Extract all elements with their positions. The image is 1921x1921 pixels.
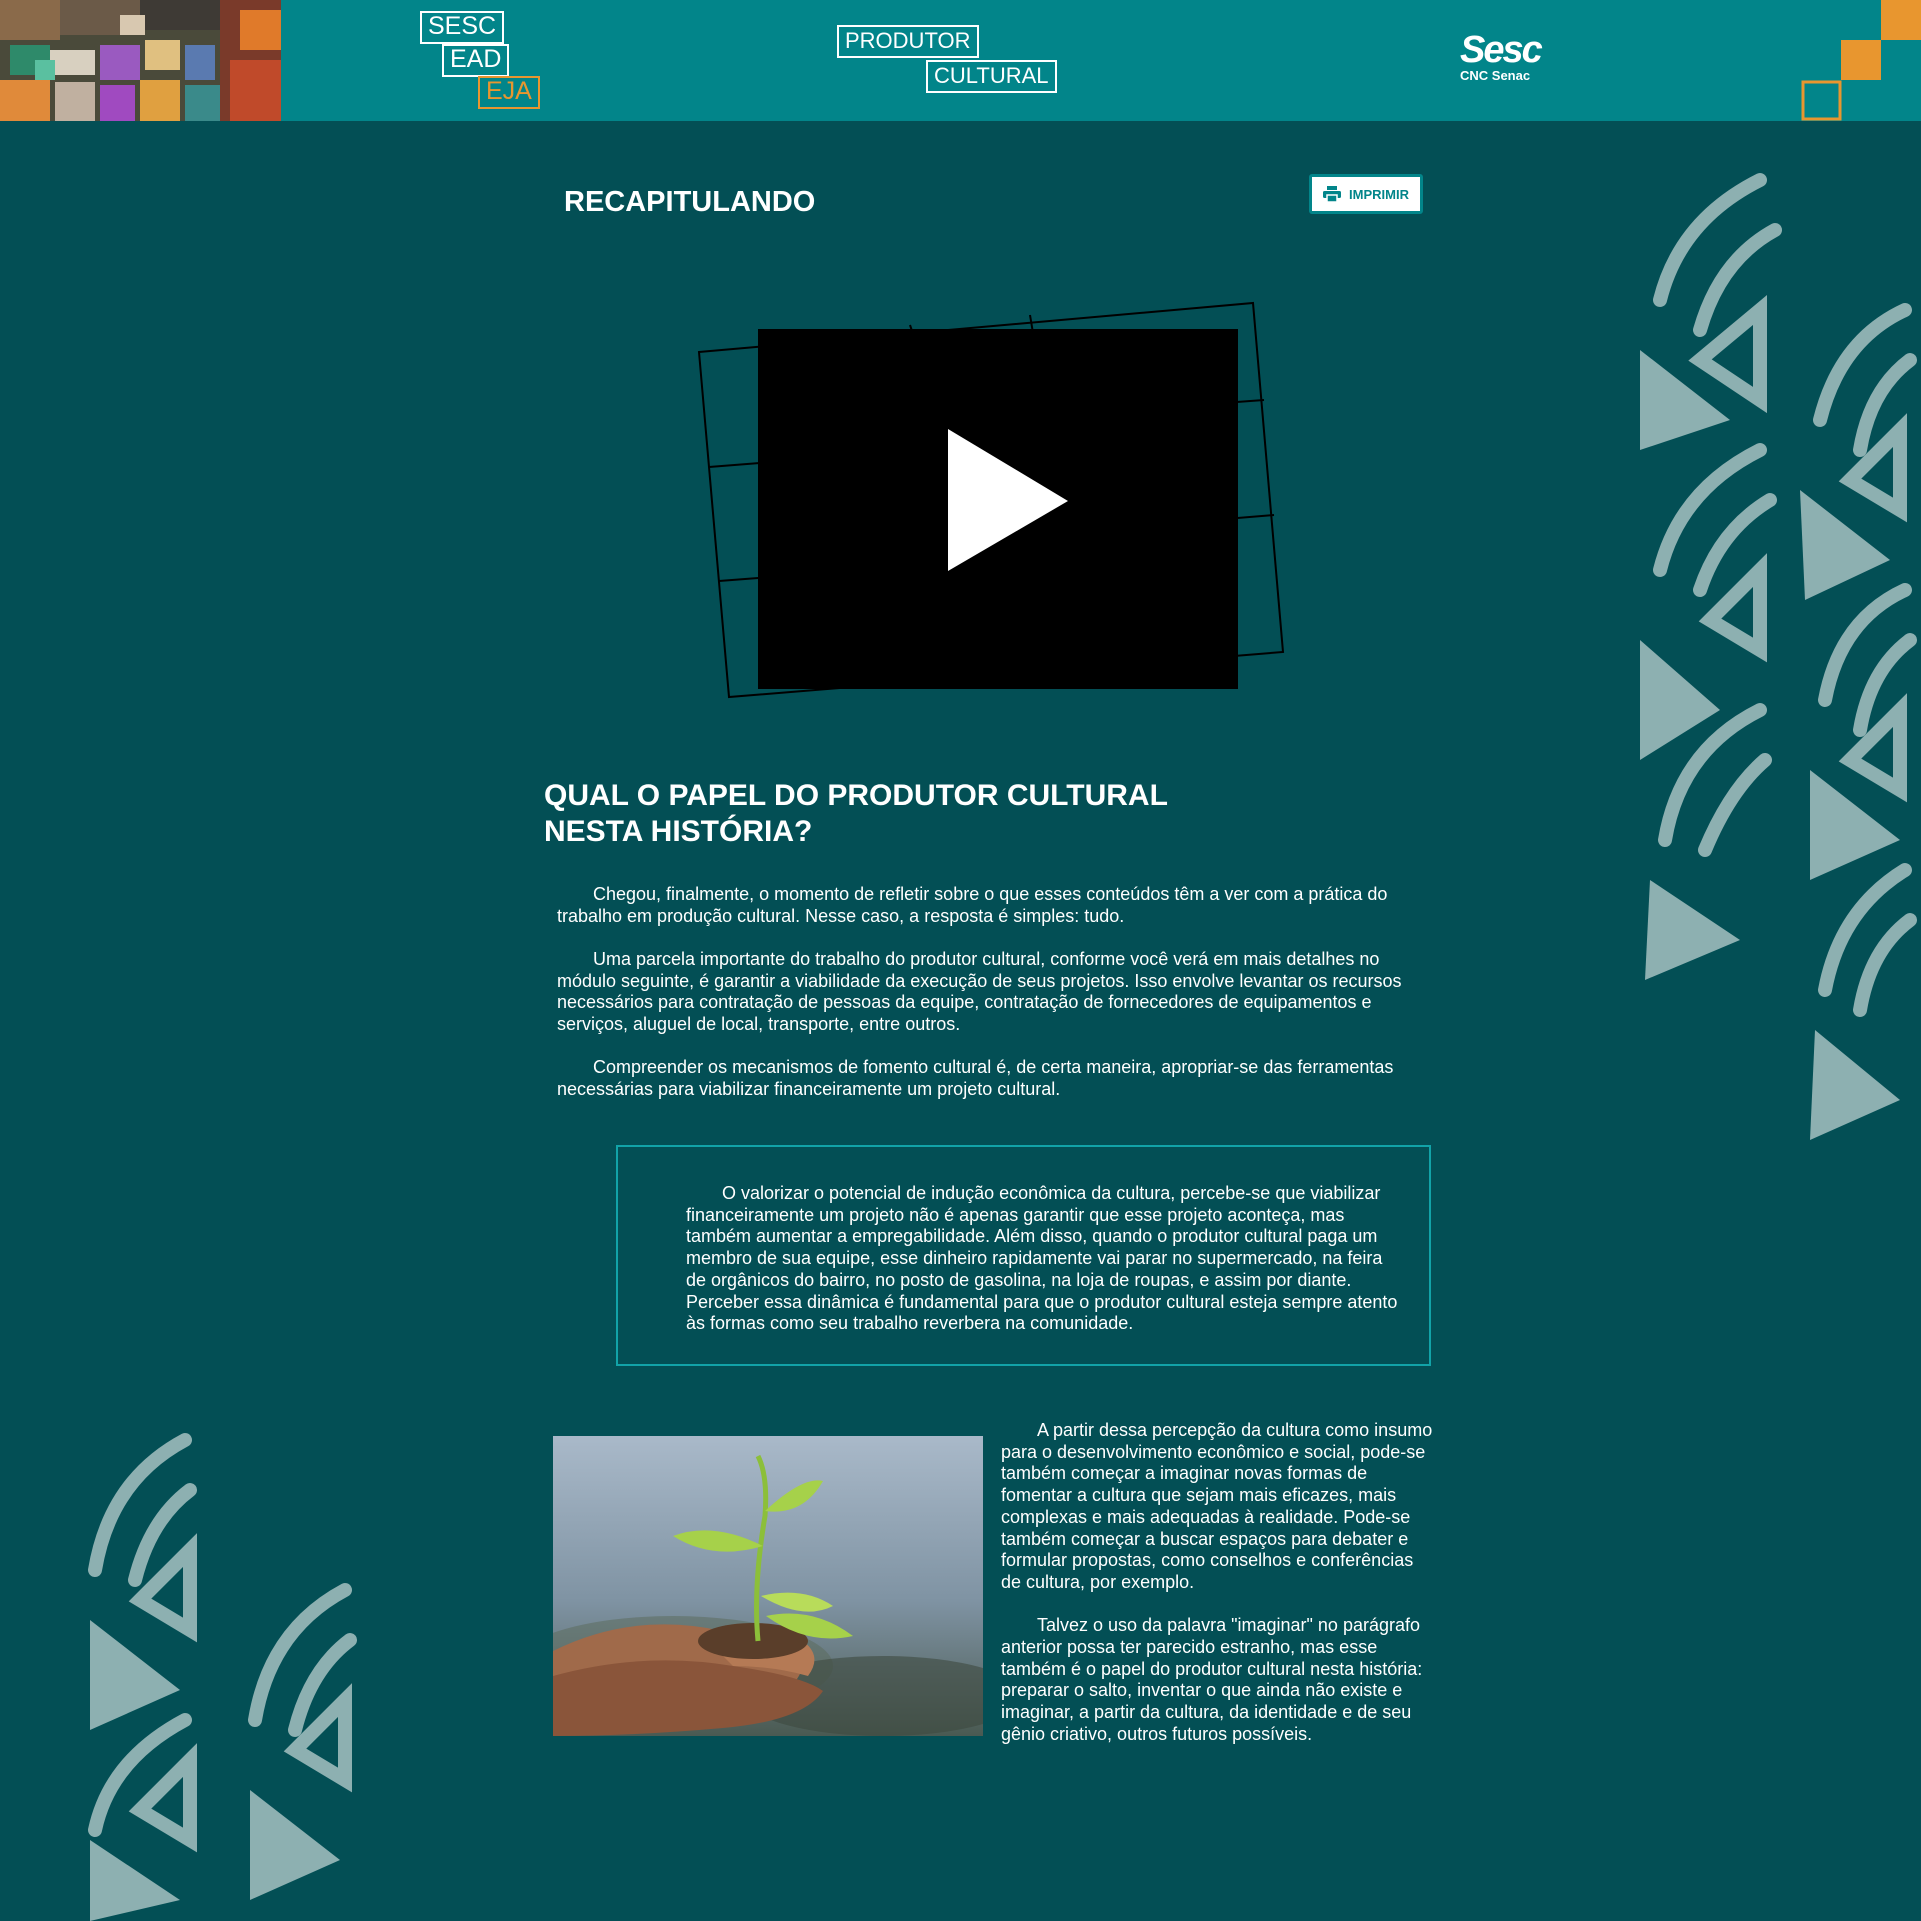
print-button-label: IMPRIMIR: [1349, 186, 1409, 202]
highlight-box: O valorizar o potencial de indução econô…: [616, 1145, 1431, 1366]
header-photo: [0, 0, 281, 121]
main-heading: QUAL O PAPEL DO PRODUTOR CULTURAL NESTA …: [544, 778, 1244, 850]
paragraph: Talvez o uso da palavra "imaginar" no pa…: [1001, 1615, 1423, 1744]
main-heading-line2: NESTA HISTÓRIA?: [544, 815, 813, 848]
print-button[interactable]: IMPRIMIR: [1309, 174, 1423, 214]
sesc-ead-eja-logo[interactable]: SESC EAD EJA: [420, 11, 545, 109]
right-tribal-pattern: [1640, 173, 1917, 1140]
sesc-brand-logo: Sesc CNC Senac: [1460, 30, 1550, 100]
logo-produtor-label: PRODUTOR: [837, 25, 979, 58]
video-player[interactable]: [758, 329, 1238, 689]
header-bar: SESC EAD EJA PRODUTOR CULTURAL Sesc CNC …: [0, 0, 1921, 121]
play-icon[interactable]: [946, 429, 1070, 573]
seedling-in-hands-image: [553, 1436, 983, 1736]
paragraph: Chegou, finalmente, o momento de refleti…: [557, 884, 1388, 926]
logo-eja-label: EJA: [478, 76, 540, 109]
logo-sesc-label: SESC: [420, 11, 505, 44]
corner-squares-decoration: [1801, 0, 1921, 121]
highlight-text: O valorizar o potencial de indução econô…: [686, 1183, 1398, 1334]
paragraph: Uma parcela importante do trabalho do pr…: [557, 948, 1402, 1035]
produtor-cultural-logo: PRODUTOR CULTURAL: [837, 25, 1081, 97]
brand-name: Sesc: [1460, 29, 1543, 71]
logo-ead-label: EAD: [442, 44, 510, 77]
logo-cultural-label: CULTURAL: [926, 60, 1057, 93]
side-text: A partir dessa percepção da cultura como…: [1001, 1420, 1438, 1767]
main-text: Chegou, finalmente, o momento de refleti…: [557, 884, 1407, 1122]
printer-icon: [1323, 186, 1342, 202]
paragraph: A partir dessa percepção da cultura como…: [1001, 1420, 1433, 1592]
left-tribal-pattern: [88, 1433, 357, 1921]
paragraph: Compreender os mecanismos de fomento cul…: [557, 1057, 1394, 1099]
section-title: RECAPITULANDO: [564, 186, 816, 218]
main-heading-line1: QUAL O PAPEL DO PRODUTOR CULTURAL: [544, 779, 1168, 812]
